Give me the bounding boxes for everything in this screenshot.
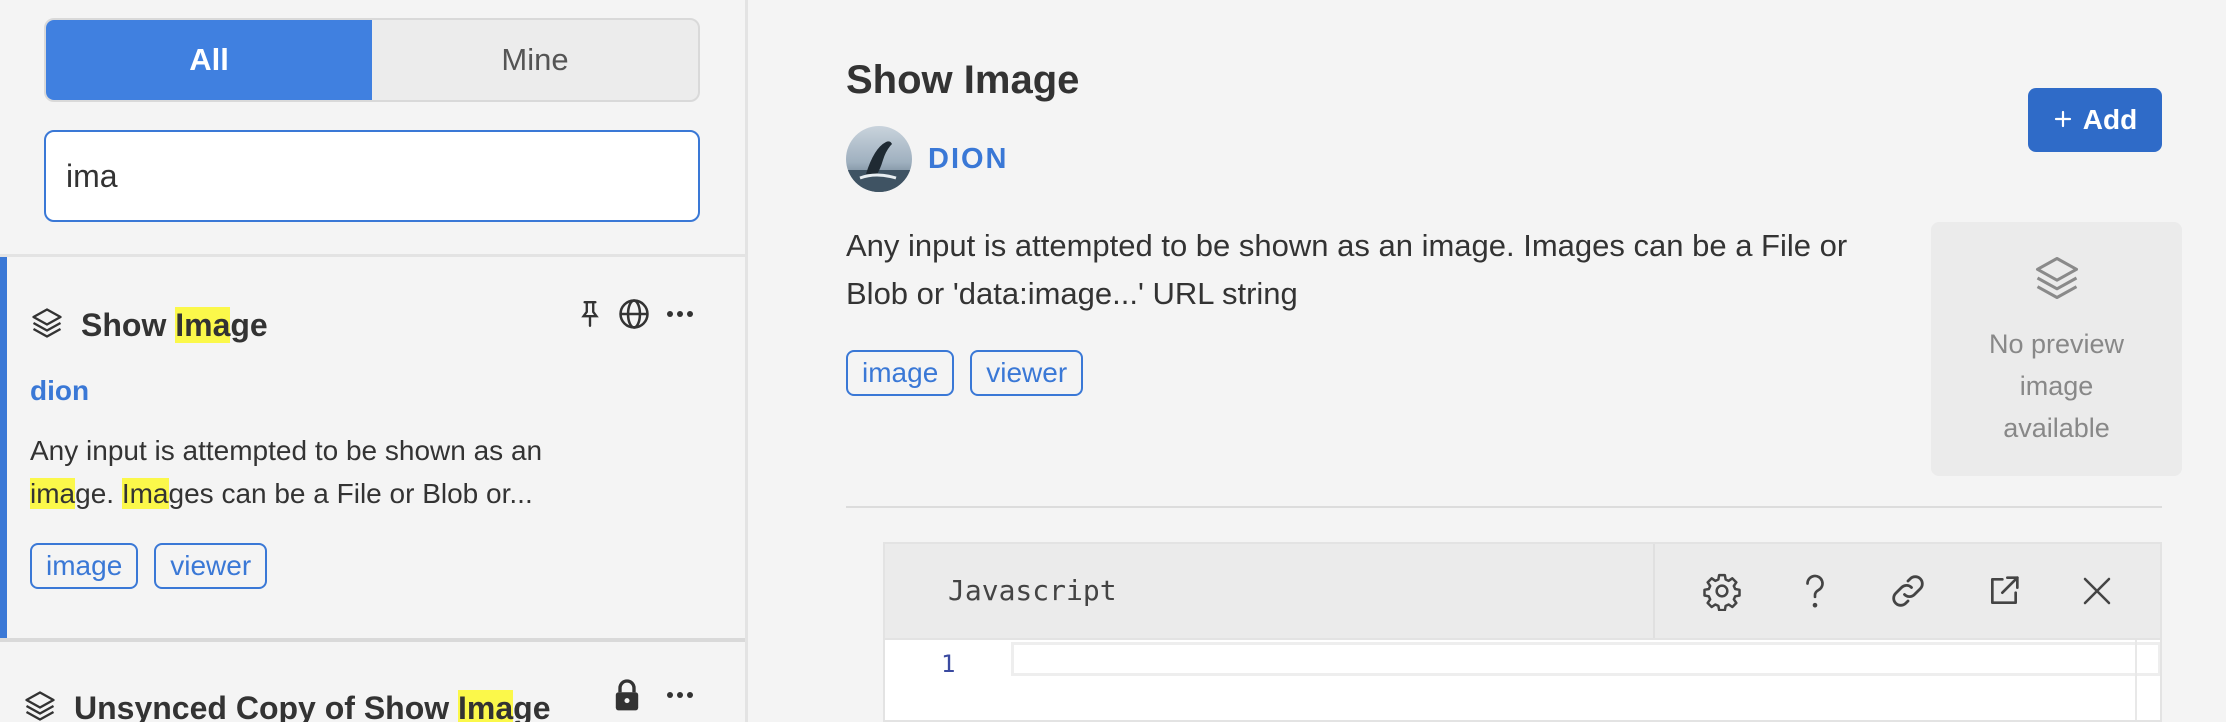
link-icon[interactable] — [1887, 570, 1929, 612]
lock-icon — [613, 678, 641, 712]
preview-placeholder: No preview image available — [1931, 222, 2182, 476]
tab-all[interactable]: All — [46, 20, 372, 100]
result-title: Unsynced Copy of Show Image — [74, 690, 551, 722]
result-title: Show Image — [81, 307, 268, 344]
page-title: Show Image — [846, 58, 1080, 102]
desc-text: ge. — [75, 478, 122, 509]
close-icon[interactable] — [2079, 573, 2115, 609]
desc-match: ima — [30, 478, 76, 509]
tag-viewer[interactable]: viewer — [154, 543, 268, 589]
more-icon[interactable] — [665, 690, 695, 700]
line-number: 1 — [941, 650, 956, 678]
plus-icon — [2053, 104, 2073, 136]
search-input[interactable] — [44, 130, 700, 222]
result-author[interactable]: dion — [30, 375, 89, 407]
tag-viewer[interactable]: viewer — [970, 350, 1084, 396]
tag-image[interactable]: image — [846, 350, 955, 396]
title-match: Ima — [458, 690, 514, 722]
more-icon[interactable] — [665, 309, 695, 319]
desc-match: Ima — [121, 478, 169, 509]
avatar[interactable] — [846, 126, 912, 192]
result-card[interactable]: Unsynced Copy of Show Image — [0, 642, 745, 722]
line-gutter: 1 — [885, 640, 1007, 720]
tab-mine[interactable]: Mine — [372, 20, 698, 100]
editor-toolbar: Javascript — [885, 544, 2160, 640]
author-name[interactable]: DION — [928, 143, 1009, 176]
filter-toggle: All Mine — [44, 18, 700, 102]
title-match: Ima — [175, 307, 231, 343]
title-text: ge — [513, 690, 551, 722]
title-text: Unsynced Copy of Show — [74, 690, 459, 722]
pin-icon[interactable] — [577, 299, 603, 329]
divider — [846, 506, 2162, 508]
external-link-icon[interactable] — [1984, 571, 2024, 611]
tag-image[interactable]: image — [30, 543, 139, 589]
preview-text: No preview image available — [1988, 329, 2125, 443]
add-button[interactable]: Add — [2028, 88, 2162, 152]
title-text: ge — [230, 307, 268, 343]
language-label: Javascript — [948, 574, 1117, 607]
desc-text: ges can be a File or Blob or... — [168, 478, 533, 509]
search-panel: All Mine Show Image — [0, 0, 748, 722]
title-text: Show — [81, 307, 176, 343]
help-icon[interactable] — [1797, 571, 1833, 611]
author-row: DION — [846, 126, 1009, 192]
editor-actions — [1653, 544, 2160, 638]
result-card-selected[interactable]: Show Image dion Any input is attempted t… — [0, 257, 745, 640]
desc-text: Any input is attempted to be shown as an — [30, 435, 543, 466]
code-input-line[interactable] — [1011, 642, 2160, 676]
stack-icon — [22, 688, 58, 722]
detail-panel: Show Image Add DION Any input is attempt… — [751, 0, 2226, 722]
gear-icon[interactable] — [1702, 571, 1742, 611]
stack-icon — [2031, 252, 2083, 309]
result-description: Any input is attempted to be shown as an… — [30, 429, 590, 515]
globe-icon[interactable] — [617, 297, 651, 331]
stack-icon — [29, 305, 65, 346]
scrollbar-track[interactable] — [2135, 640, 2137, 720]
detail-description: Any input is attempted to be shown as an… — [846, 228, 1848, 311]
code-editor: Javascript 1 — [883, 542, 2162, 722]
add-label: Add — [2082, 104, 2138, 135]
